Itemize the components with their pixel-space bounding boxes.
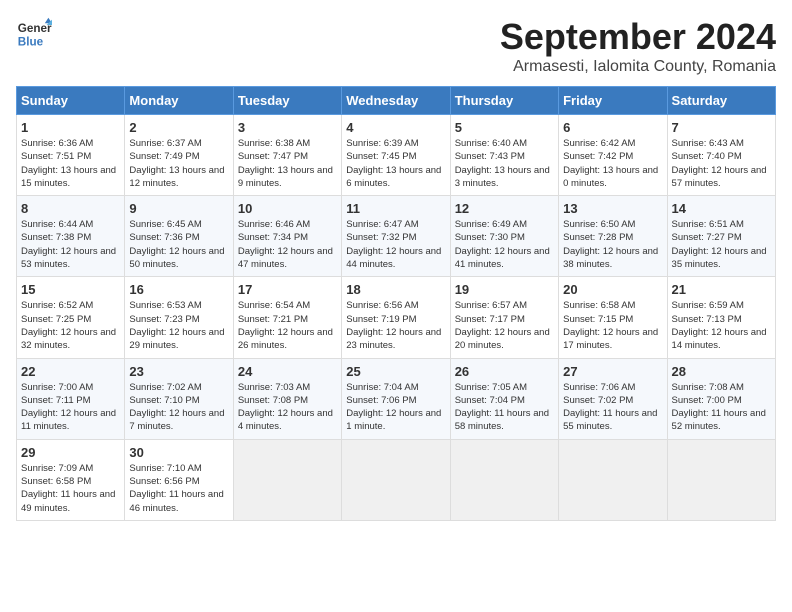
calendar-week-4: 29Sunrise: 7:09 AMSunset: 6:58 PMDayligh… — [17, 439, 776, 520]
calendar-header-row: SundayMondayTuesdayWednesdayThursdayFrid… — [17, 87, 776, 115]
svg-text:General: General — [18, 22, 52, 35]
calendar-day-18: 18Sunrise: 6:56 AMSunset: 7:19 PMDayligh… — [342, 277, 450, 358]
location-subtitle: Armasesti, Ialomita County, Romania — [500, 58, 776, 76]
logo: General Blue — [16, 16, 56, 52]
calendar-day-5: 5Sunrise: 6:40 AMSunset: 7:43 PMDaylight… — [450, 115, 558, 196]
calendar-day-empty — [450, 439, 558, 520]
calendar-day-6: 6Sunrise: 6:42 AMSunset: 7:42 PMDaylight… — [559, 115, 667, 196]
month-title: September 2024 — [500, 16, 776, 58]
calendar-day-17: 17Sunrise: 6:54 AMSunset: 7:21 PMDayligh… — [233, 277, 341, 358]
calendar-day-1: 1Sunrise: 6:36 AMSunset: 7:51 PMDaylight… — [17, 115, 125, 196]
calendar-day-empty — [667, 439, 775, 520]
calendar-day-15: 15Sunrise: 6:52 AMSunset: 7:25 PMDayligh… — [17, 277, 125, 358]
header-day-wednesday: Wednesday — [342, 87, 450, 115]
calendar-day-9: 9Sunrise: 6:45 AMSunset: 7:36 PMDaylight… — [125, 196, 233, 277]
calendar-day-27: 27Sunrise: 7:06 AMSunset: 7:02 PMDayligh… — [559, 358, 667, 439]
calendar-day-empty — [233, 439, 341, 520]
calendar-day-24: 24Sunrise: 7:03 AMSunset: 7:08 PMDayligh… — [233, 358, 341, 439]
logo-icon: General Blue — [16, 16, 52, 52]
calendar-day-30: 30Sunrise: 7:10 AMSunset: 6:56 PMDayligh… — [125, 439, 233, 520]
calendar-day-22: 22Sunrise: 7:00 AMSunset: 7:11 PMDayligh… — [17, 358, 125, 439]
header-day-monday: Monday — [125, 87, 233, 115]
calendar-day-14: 14Sunrise: 6:51 AMSunset: 7:27 PMDayligh… — [667, 196, 775, 277]
title-area: September 2024 Armasesti, Ialomita Count… — [500, 16, 776, 76]
header-day-saturday: Saturday — [667, 87, 775, 115]
calendar-day-empty — [342, 439, 450, 520]
calendar-day-28: 28Sunrise: 7:08 AMSunset: 7:00 PMDayligh… — [667, 358, 775, 439]
calendar-week-1: 8Sunrise: 6:44 AMSunset: 7:38 PMDaylight… — [17, 196, 776, 277]
calendar-day-13: 13Sunrise: 6:50 AMSunset: 7:28 PMDayligh… — [559, 196, 667, 277]
calendar-week-3: 22Sunrise: 7:00 AMSunset: 7:11 PMDayligh… — [17, 358, 776, 439]
calendar-day-11: 11Sunrise: 6:47 AMSunset: 7:32 PMDayligh… — [342, 196, 450, 277]
calendar-week-2: 15Sunrise: 6:52 AMSunset: 7:25 PMDayligh… — [17, 277, 776, 358]
calendar-day-2: 2Sunrise: 6:37 AMSunset: 7:49 PMDaylight… — [125, 115, 233, 196]
calendar-table: SundayMondayTuesdayWednesdayThursdayFrid… — [16, 86, 776, 521]
calendar-day-26: 26Sunrise: 7:05 AMSunset: 7:04 PMDayligh… — [450, 358, 558, 439]
calendar-day-12: 12Sunrise: 6:49 AMSunset: 7:30 PMDayligh… — [450, 196, 558, 277]
header-day-friday: Friday — [559, 87, 667, 115]
calendar-day-29: 29Sunrise: 7:09 AMSunset: 6:58 PMDayligh… — [17, 439, 125, 520]
svg-text:Blue: Blue — [18, 36, 44, 49]
calendar-day-7: 7Sunrise: 6:43 AMSunset: 7:40 PMDaylight… — [667, 115, 775, 196]
header-day-sunday: Sunday — [17, 87, 125, 115]
page-header: General Blue September 2024 Armasesti, I… — [16, 16, 776, 76]
calendar-day-19: 19Sunrise: 6:57 AMSunset: 7:17 PMDayligh… — [450, 277, 558, 358]
calendar-day-3: 3Sunrise: 6:38 AMSunset: 7:47 PMDaylight… — [233, 115, 341, 196]
calendar-day-21: 21Sunrise: 6:59 AMSunset: 7:13 PMDayligh… — [667, 277, 775, 358]
header-day-tuesday: Tuesday — [233, 87, 341, 115]
calendar-day-25: 25Sunrise: 7:04 AMSunset: 7:06 PMDayligh… — [342, 358, 450, 439]
calendar-day-20: 20Sunrise: 6:58 AMSunset: 7:15 PMDayligh… — [559, 277, 667, 358]
calendar-day-4: 4Sunrise: 6:39 AMSunset: 7:45 PMDaylight… — [342, 115, 450, 196]
calendar-day-10: 10Sunrise: 6:46 AMSunset: 7:34 PMDayligh… — [233, 196, 341, 277]
calendar-day-empty — [559, 439, 667, 520]
calendar-day-16: 16Sunrise: 6:53 AMSunset: 7:23 PMDayligh… — [125, 277, 233, 358]
header-day-thursday: Thursday — [450, 87, 558, 115]
calendar-day-23: 23Sunrise: 7:02 AMSunset: 7:10 PMDayligh… — [125, 358, 233, 439]
calendar-day-8: 8Sunrise: 6:44 AMSunset: 7:38 PMDaylight… — [17, 196, 125, 277]
calendar-week-0: 1Sunrise: 6:36 AMSunset: 7:51 PMDaylight… — [17, 115, 776, 196]
